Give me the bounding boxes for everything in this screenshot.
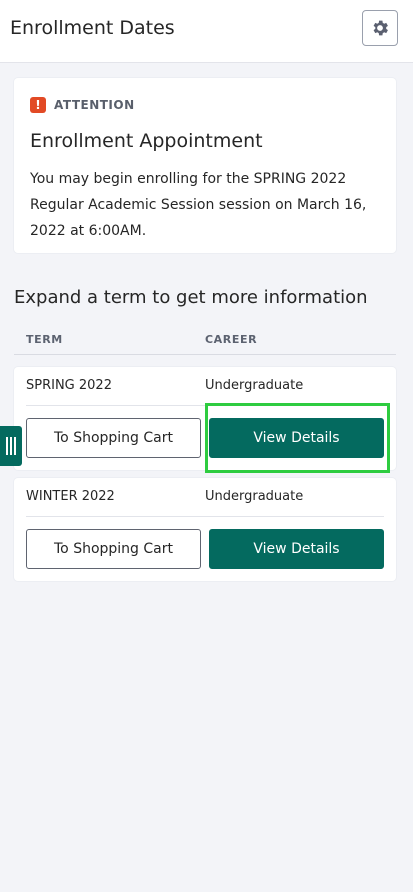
to-shopping-cart-button[interactable]: To Shopping Cart — [26, 418, 201, 458]
term-career: Undergraduate — [205, 378, 304, 393]
attention-card: ! ATTENTION Enrollment Appointment You m… — [14, 78, 396, 253]
gear-icon — [373, 20, 388, 36]
drag-handle-icon — [6, 437, 8, 455]
to-shopping-cart-button[interactable]: To Shopping Cart — [26, 529, 201, 569]
row-divider — [26, 516, 384, 517]
exclamation-icon: ! — [30, 97, 46, 113]
drag-handle-icon — [14, 437, 16, 455]
page-title: Enrollment Dates — [10, 17, 175, 39]
drag-handle-icon — [10, 437, 12, 455]
attention-heading: Enrollment Appointment — [30, 130, 263, 152]
settings-button[interactable] — [362, 10, 398, 46]
side-panel-handle[interactable] — [0, 426, 22, 466]
term-name: SPRING 2022 — [26, 378, 112, 393]
attention-message: You may begin enrolling for the SPRING 2… — [30, 171, 367, 239]
attention-header: ! ATTENTION — [30, 97, 135, 113]
term-career: Undergraduate — [205, 489, 304, 504]
view-details-button[interactable]: View Details — [209, 529, 384, 569]
column-header-career: CAREER — [205, 333, 258, 346]
column-header-term: TERM — [26, 333, 63, 346]
header: Enrollment Dates — [0, 0, 413, 63]
terms-section-title: Expand a term to get more information — [14, 287, 368, 308]
highlight-box — [205, 403, 390, 473]
column-divider — [14, 354, 396, 355]
term-name: WINTER 2022 — [26, 489, 115, 504]
term-row-winter-2022[interactable]: WINTER 2022 Undergraduate To Shopping Ca… — [14, 478, 396, 581]
attention-label: ATTENTION — [54, 98, 135, 112]
